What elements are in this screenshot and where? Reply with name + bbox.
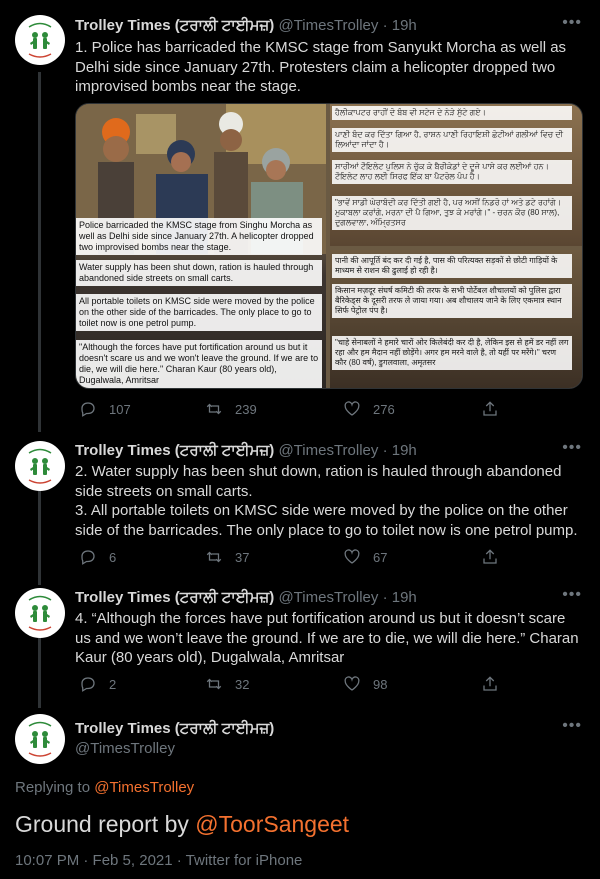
- timestamp[interactable]: 19h: [392, 17, 417, 34]
- reply-icon: [81, 550, 95, 565]
- more-dots-icon[interactable]: •••: [562, 586, 582, 604]
- retweet-icon: [206, 403, 222, 415]
- photo-panel-right-bottom: पानी की आपूर्ति बंद कर दी गई है, पास की …: [330, 250, 582, 388]
- tweet-text: 4. “Although the forces have put fortifi…: [75, 610, 579, 666]
- punjabi-caption-3: ਸਾਰੀਆਂ ਟੌਇਲੇਟ ਪੁਲਿਸ ਨੇ ਚੁੱਕ ਕੇ ਬੈਰੀਕੇਡਾਂ…: [332, 160, 572, 184]
- replying-to: Replying to @TimesTrolley: [15, 779, 194, 796]
- media-caption-2: Water supply has been shut down, ration …: [76, 260, 322, 286]
- replying-to-mention[interactable]: @TimesTrolley: [94, 779, 194, 796]
- handle[interactable]: @TimesTrolley: [75, 740, 175, 757]
- heart-icon: [344, 676, 360, 691]
- retweet-icon: [206, 551, 222, 563]
- media-caption-1: Police barricaded the KMSC stage from Si…: [76, 218, 322, 255]
- separator-dot: ·: [382, 17, 388, 34]
- share-icon: [483, 676, 497, 691]
- heart-icon: [344, 401, 360, 416]
- tweet-text: 2. Water supply has been shut down, rati…: [75, 463, 578, 539]
- share-button[interactable]: [481, 400, 499, 418]
- like-count: 98: [373, 676, 388, 692]
- tweet-timestamp-source[interactable]: 10:07 PM · Feb 5, 2021 · Twitter for iPh…: [15, 852, 302, 869]
- more-dots-icon[interactable]: •••: [562, 14, 582, 32]
- main-tweet-text: Ground report by @ToorSangeet: [15, 810, 349, 838]
- reply-count: 2: [109, 676, 117, 692]
- retweet-button[interactable]: 32: [205, 675, 249, 693]
- like-button[interactable]: 67: [343, 548, 387, 566]
- retweet-count: 239: [235, 401, 257, 417]
- avatar[interactable]: [15, 15, 65, 65]
- tweet-header: Trolley Times (ਟਰਾਲੀ ਟਾਈਮਜ਼) @TimesTroll…: [75, 16, 417, 36]
- retweet-icon: [206, 678, 222, 690]
- tweet-header: Trolley Times (ਟਰਾਲੀ ਟਾਈਮਜ਼) @TimesTroll…: [75, 441, 417, 461]
- reply-count: 6: [109, 549, 117, 565]
- trolley-times-logo: [16, 442, 64, 490]
- like-button[interactable]: 276: [343, 400, 395, 418]
- share-icon: [483, 401, 497, 416]
- avatar[interactable]: [15, 588, 65, 638]
- share-button[interactable]: [481, 675, 499, 693]
- author-mention[interactable]: @ToorSangeet: [195, 811, 349, 837]
- like-count: 276: [373, 401, 395, 417]
- hindi-caption-3: "चाहे सेनाबलों ने हमारे चारों ओर किलेबंद…: [332, 336, 572, 370]
- tweet-actions: 107 239 276: [75, 400, 585, 420]
- display-name[interactable]: Trolley Times (ਟਰਾਲੀ ਟਾਈਮਜ਼): [75, 17, 274, 34]
- main-tweet-name: Trolley Times (ਟਰਾਲੀ ਟਾਈਮਜ਼): [75, 719, 274, 739]
- punjabi-caption-4: "ਭਾਵੇਂ ਸਾਡੀ ਘੇਰਾਬੰਦੀ ਕਰ ਦਿੱਤੀ ਗਈ ਹੈ, ਪਰ …: [332, 196, 572, 230]
- display-name[interactable]: Trolley Times (ਟਰਾਲੀ ਟਾਈਮਜ਼): [75, 442, 274, 459]
- reply-icon: [81, 402, 95, 417]
- tweet-media[interactable]: Police barricaded the KMSC stage from Si…: [75, 103, 583, 389]
- heart-icon: [344, 549, 360, 564]
- separator-dot: ·: [382, 442, 388, 459]
- retweet-count: 37: [235, 549, 250, 565]
- share-button[interactable]: [481, 548, 499, 566]
- tweet-header: Trolley Times (ਟਰਾਲੀ ਟਾਈਮਜ਼) @TimesTroll…: [75, 588, 417, 608]
- tweet-3[interactable]: Trolley Times (ਟਰਾਲੀ ਟਾਈਮਜ਼) @TimesTroll…: [0, 578, 600, 708]
- tweet-actions: 6 37 67: [75, 548, 585, 568]
- handle[interactable]: @TimesTrolley: [278, 442, 378, 459]
- avatar[interactable]: [15, 441, 65, 491]
- tweet-actions: 2 32 98: [75, 675, 585, 695]
- handle[interactable]: @TimesTrolley: [278, 589, 378, 606]
- reply-button[interactable]: 6: [79, 548, 116, 566]
- display-name[interactable]: Trolley Times (ਟਰਾਲੀ ਟਾਈਮਜ਼): [75, 720, 274, 737]
- punjabi-caption-2: ਪਾਣੀ ਬੰਦ ਕਰ ਦਿੱਤਾ ਗਿਆ ਹੈ, ਰਾਸ਼ਨ ਪਾਣੀ ਰਿਹ…: [332, 128, 572, 152]
- reply-button[interactable]: 107: [79, 400, 131, 418]
- display-name[interactable]: Trolley Times (ਟਰਾਲੀ ਟਾਈਮਜ਼): [75, 589, 274, 606]
- reply-count: 107: [109, 401, 131, 417]
- replying-prefix: Replying to: [15, 779, 95, 796]
- tweet-2[interactable]: Trolley Times (ਟਰਾਲੀ ਟਾਈਮਜ਼) @TimesTroll…: [0, 430, 600, 580]
- more-dots-icon[interactable]: •••: [562, 439, 582, 457]
- like-count: 67: [373, 549, 388, 565]
- share-icon: [483, 549, 497, 564]
- punjabi-caption-1: ਹੈਲੀਕਾਪਟਰ ਰਾਹੀਂ ਦੋ ਬੰਬ ਵੀ ਸਟੇਜ ਦੇ ਨੇੜੇ ਸ…: [332, 106, 572, 120]
- retweet-button[interactable]: 37: [205, 548, 249, 566]
- separator-dot: ·: [382, 589, 388, 606]
- retweet-count: 32: [235, 676, 250, 692]
- reply-button[interactable]: 2: [79, 675, 116, 693]
- retweet-button[interactable]: 239: [205, 400, 257, 418]
- more-dots-icon[interactable]: •••: [562, 717, 582, 735]
- hindi-caption-2: किसान मज़दूर संघर्ष कमिटी की तरफ के सभी …: [332, 284, 572, 318]
- tweet-1[interactable]: Trolley Times (ਟਰਾਲੀ ਟਾਈਮਜ਼) @TimesTroll…: [0, 0, 600, 430]
- trolley-times-logo: [16, 16, 64, 64]
- timestamp[interactable]: 19h: [392, 442, 417, 459]
- trolley-times-logo: [16, 715, 64, 763]
- avatar[interactable]: [15, 714, 65, 764]
- reply-icon: [81, 677, 95, 692]
- main-tweet-handle: @TimesTrolley: [75, 739, 175, 759]
- timestamp[interactable]: 19h: [392, 589, 417, 606]
- handle[interactable]: @TimesTrolley: [278, 17, 378, 34]
- media-caption-3: All portable toilets on KMSC side were m…: [76, 294, 322, 331]
- main-text-prefix: Ground report by: [15, 811, 196, 837]
- photo-panel-right-top: ਹੈਲੀਕਾਪਟਰ ਰਾਹੀਂ ਦੋ ਬੰਬ ਵੀ ਸਟੇਜ ਦੇ ਨੇੜੇ ਸ…: [330, 104, 582, 246]
- trolley-times-logo: [16, 589, 64, 637]
- photo-panel-left: Police barricaded the KMSC stage from Si…: [76, 104, 326, 388]
- tweet-text: 1. Police has barricaded the KMSC stage …: [75, 39, 567, 95]
- like-button[interactable]: 98: [343, 675, 387, 693]
- hindi-caption-1: पानी की आपूर्ति बंद कर दी गई है, पास की …: [332, 254, 572, 278]
- media-caption-4: "Although the forces have put fortificat…: [76, 340, 322, 388]
